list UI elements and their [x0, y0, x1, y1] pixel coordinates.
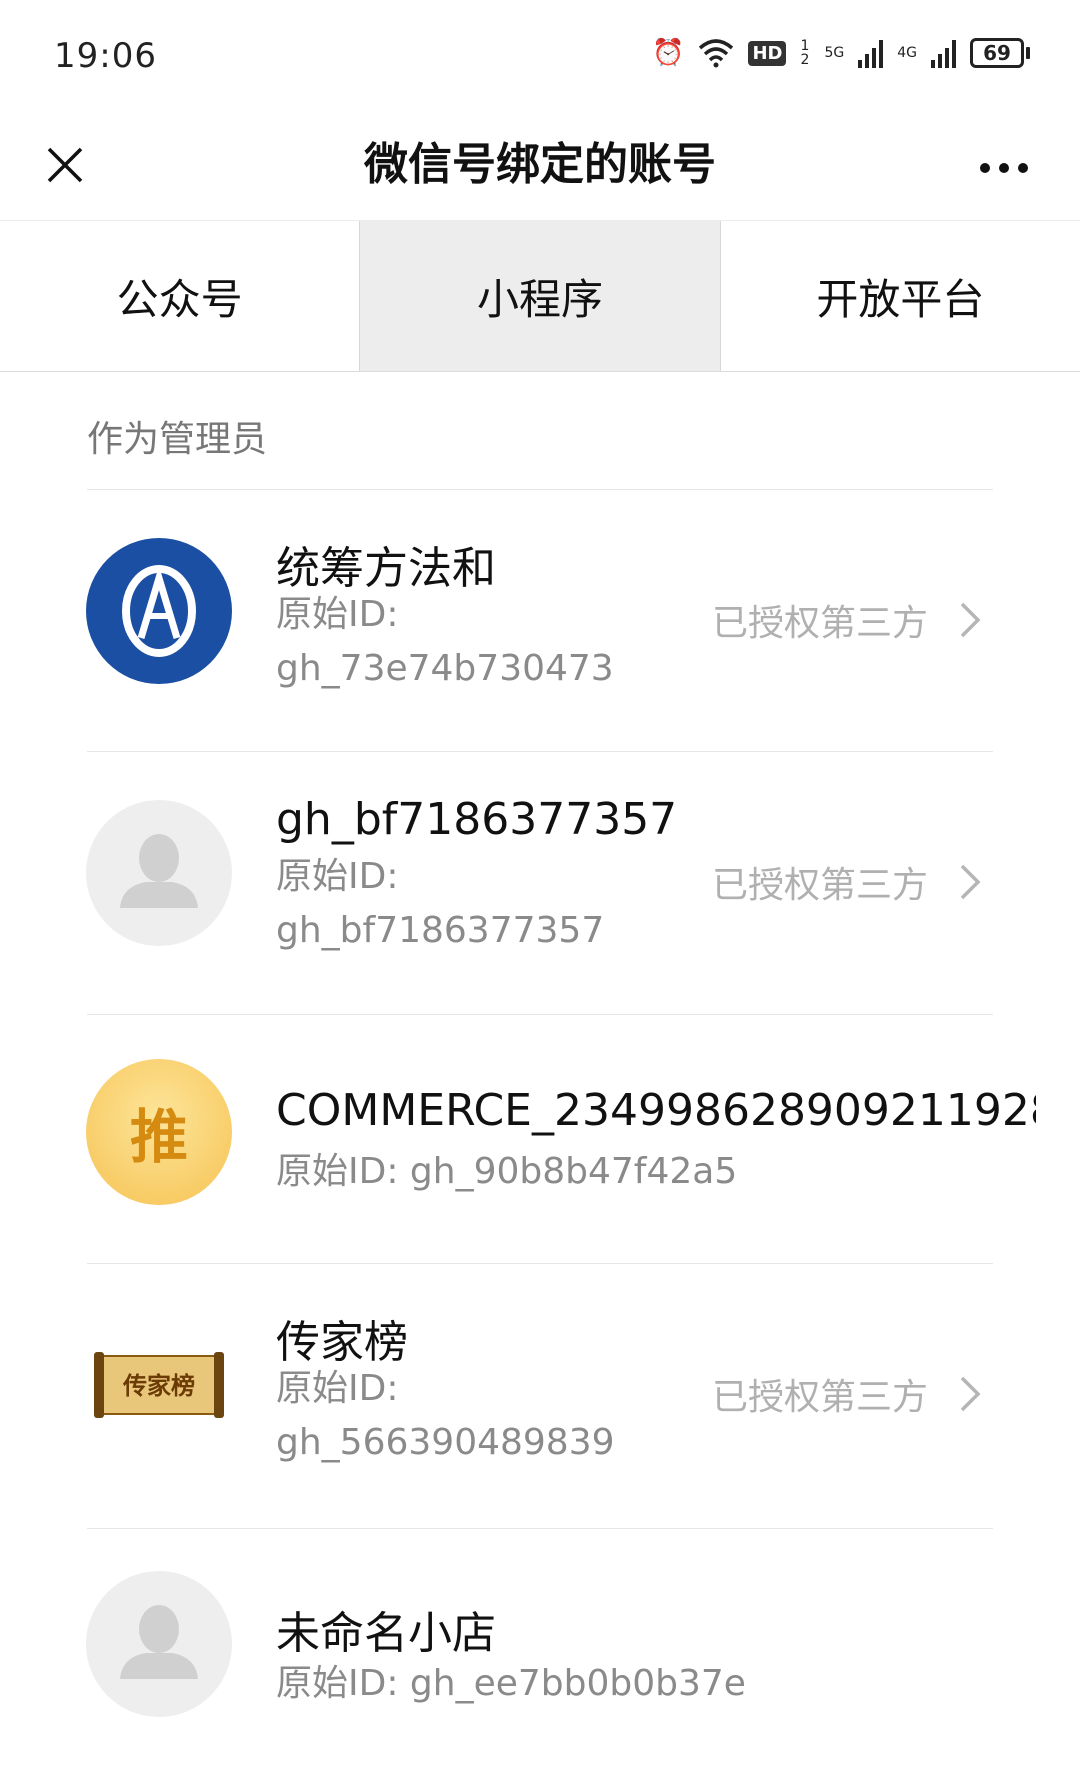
wifi-icon [699, 39, 734, 68]
close-button[interactable] [30, 130, 100, 200]
list-item[interactable]: 统筹方法和 原始ID: gh_73e74b730473 已授权第三方 [0, 490, 1080, 751]
logo-avatar [86, 538, 232, 684]
scroll-avatar: 传家榜 [86, 1312, 232, 1458]
tab-mini-programs[interactable]: 小程序 [359, 221, 721, 371]
chevron-right-icon [960, 602, 981, 638]
tab-open-platform[interactable]: 开放平台 [721, 221, 1080, 371]
item-id-label: 原始ID: [276, 856, 399, 897]
status-icons: ⏰ HD 1 2 5G 4G 69 [652, 36, 1030, 70]
chevron-right-icon [960, 864, 981, 900]
item-id-value: gh_bf7186377357 [276, 910, 605, 951]
default-avatar [86, 800, 232, 946]
list-item[interactable]: gh_bf7186377357 原始ID: gh_bf7186377357 已授… [0, 752, 1080, 1014]
alarm-icon: ⏰ [652, 38, 685, 68]
hd-icon: HD [748, 40, 787, 66]
scroll-avatar-text: 传家榜 [123, 1371, 195, 1400]
person-icon [120, 1605, 198, 1679]
tab-bar: 公众号 小程序 开放平台 [0, 220, 1080, 372]
signal-4g-label: 4G [897, 45, 917, 61]
item-name: 统筹方法和 [276, 543, 496, 594]
signal-5g-icon [858, 38, 884, 68]
item-name: gh_bf7186377357 [276, 794, 678, 845]
close-icon [47, 147, 83, 183]
battery-level: 69 [970, 38, 1024, 68]
more-button[interactable] [964, 138, 1044, 198]
nav-header: 微信号绑定的账号 [0, 110, 1080, 220]
status-label: 已授权第三方 [711, 1377, 928, 1418]
item-id: 原始ID: gh_90b8b47f42a5 [276, 1151, 738, 1192]
tab-official-accounts[interactable]: 公众号 [0, 221, 359, 371]
person-icon [120, 834, 198, 908]
item-id-label: 原始ID: [276, 1368, 399, 1409]
status-label: 已授权第三方 [711, 603, 928, 644]
item-id-value: gh_73e74b730473 [276, 648, 614, 689]
more-icon [980, 163, 1028, 173]
chevron-right-icon [960, 1376, 981, 1412]
default-avatar [86, 1571, 232, 1717]
item-id: 原始ID: gh_ee7bb0b0b37e [276, 1663, 746, 1704]
item-id-label: 原始ID: [276, 594, 399, 635]
sim-labels: 1 2 [800, 38, 810, 68]
signal-4g-icon [931, 38, 956, 68]
list-item[interactable]: 传家榜 传家榜 原始ID: gh_566390489839 已授权第三方 [0, 1264, 1080, 1528]
item-name: 未命名小店 [276, 1608, 496, 1659]
item-name: COMMERCE_234998628909211928 [276, 1085, 1036, 1136]
item-name: 传家榜 [276, 1317, 408, 1368]
list-item[interactable]: 推 COMMERCE_234998628909211928 原始ID: gh_9… [0, 1015, 1080, 1263]
signal-5g-label: 5G [824, 45, 845, 61]
status-time: 19:06 [54, 36, 157, 76]
battery-icon: 69 [970, 38, 1030, 68]
avatar-text: 推 [129, 1103, 188, 1171]
page-title: 微信号绑定的账号 [364, 139, 716, 190]
list-item[interactable]: 未命名小店 原始ID: gh_ee7bb0b0b37e [0, 1529, 1080, 1783]
item-id-value: gh_566390489839 [276, 1422, 615, 1463]
status-bar: 19:06 ⏰ HD 1 2 5G 4G 69 [0, 0, 1080, 110]
recommend-avatar: 推 [86, 1059, 232, 1205]
section-header: 作为管理员 [87, 419, 268, 460]
status-label: 已授权第三方 [711, 865, 928, 906]
